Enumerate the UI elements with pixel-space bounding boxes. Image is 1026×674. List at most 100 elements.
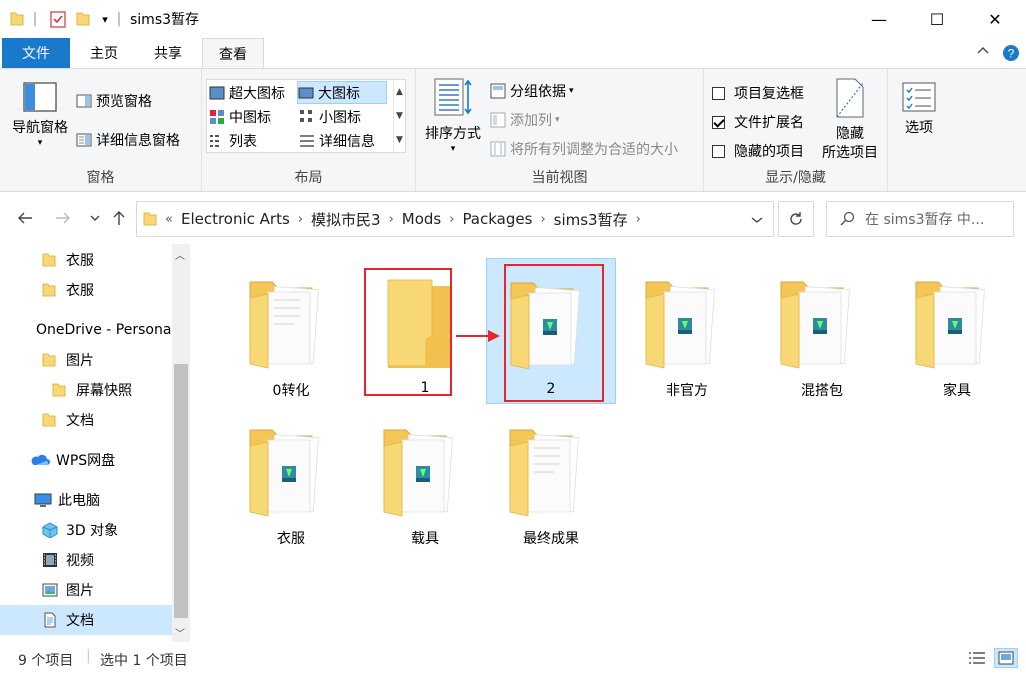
nav-item-wps-cloud[interactable]: WPS网盘 bbox=[0, 445, 172, 475]
breadcrumb-item[interactable]: Packages bbox=[462, 210, 532, 228]
details-view-icon[interactable] bbox=[968, 650, 986, 670]
breadcrumb-separator-icon[interactable]: › bbox=[636, 212, 641, 227]
tab-share[interactable]: 共享 bbox=[138, 38, 198, 68]
folder-item[interactable]: 混搭包 bbox=[757, 258, 887, 404]
recent-locations-button[interactable] bbox=[84, 206, 106, 230]
new-folder-quick-icon[interactable] bbox=[74, 8, 92, 30]
nav-item-clothes-2[interactable]: 衣服 bbox=[0, 275, 172, 305]
nav-item-pictures[interactable]: 图片 bbox=[0, 575, 172, 605]
small-icons-icon bbox=[300, 110, 312, 122]
address-dropdown-icon[interactable] bbox=[751, 210, 763, 228]
scroll-up-icon[interactable]: ︿ bbox=[175, 247, 185, 262]
maximize-icon: ☐ bbox=[929, 9, 945, 29]
layout-list[interactable]: 列表 bbox=[209, 130, 257, 152]
layout-extra-large-icons[interactable]: 超大图标 bbox=[209, 82, 297, 104]
folder-icon bbox=[236, 416, 346, 530]
details-pane-button[interactable]: 详细信息窗格 bbox=[76, 130, 180, 150]
folder-item[interactable]: 家具 bbox=[892, 258, 1022, 404]
gallery-up-icon[interactable]: ▲ bbox=[394, 80, 405, 104]
tab-home[interactable]: 主页 bbox=[76, 38, 132, 68]
nav-scroll-thumb[interactable] bbox=[174, 364, 188, 618]
nav-item-onedrive[interactable]: OneDrive - Personal bbox=[0, 315, 172, 345]
customize-quick-access-icon[interactable]: ▾ bbox=[96, 8, 114, 30]
minimize-button[interactable]: — bbox=[850, 0, 908, 38]
properties-icon[interactable] bbox=[48, 8, 68, 30]
folder-name: 0转化 bbox=[272, 383, 310, 399]
navigation-pane: 衣服 衣服 OneDrive - Personal 图片 屏幕快照 文档 WPS… bbox=[0, 244, 192, 642]
details-pane-label: 详细信息窗格 bbox=[96, 133, 180, 149]
options-button[interactable]: 选项 bbox=[894, 81, 944, 138]
nav-item-screenshots[interactable]: 屏幕快照 bbox=[0, 375, 172, 405]
breadcrumb-item[interactable]: 模拟市民3 bbox=[311, 209, 381, 230]
tab-view[interactable]: 查看 bbox=[202, 38, 264, 69]
hide-selected-button[interactable]: 隐藏 所选项目 bbox=[814, 77, 886, 163]
file-list: 0转化 1 2 非官方 混搭包 家具 衣服 载具 最终成果 bbox=[192, 244, 1026, 642]
close-button[interactable]: ✕ bbox=[966, 0, 1024, 38]
up-arrow-icon bbox=[113, 211, 125, 225]
add-columns-button[interactable]: 添加列 ▾ bbox=[490, 110, 560, 130]
nav-pane-button[interactable]: 导航窗格 ▾ bbox=[6, 81, 74, 148]
folder-name: 非官方 bbox=[666, 383, 708, 399]
scroll-down-icon[interactable]: ﹀ bbox=[175, 625, 185, 640]
sort-by-button[interactable]: 排序方式 ▾ bbox=[420, 77, 486, 154]
refresh-icon bbox=[790, 212, 802, 225]
nav-scrollbar[interactable]: ︿ ﹀ bbox=[172, 244, 190, 642]
breadcrumb-item[interactable]: Electronic Arts bbox=[181, 210, 290, 228]
layout-medium-icons[interactable]: 中图标 bbox=[209, 106, 271, 128]
folder-item[interactable]: 0转化 bbox=[226, 258, 356, 404]
back-button[interactable] bbox=[14, 206, 36, 230]
nav-item-onedrive-documents[interactable]: 文档 bbox=[0, 405, 172, 435]
large-icons-view-icon[interactable] bbox=[994, 648, 1018, 668]
folder-icon bbox=[496, 416, 606, 530]
item-checkboxes-toggle[interactable]: 项目复选框 bbox=[712, 83, 804, 103]
address-bar[interactable]: « Electronic Arts › 模拟市民3 › Mods › Packages… bbox=[136, 201, 774, 237]
up-button[interactable] bbox=[108, 206, 130, 230]
gallery-expand-icon[interactable]: ▼ bbox=[394, 128, 405, 152]
nav-item-clothes[interactable]: 衣服 bbox=[0, 245, 172, 275]
nav-item-onedrive-pictures[interactable]: 图片 bbox=[0, 345, 172, 375]
nav-item-this-pc[interactable]: 此电脑 bbox=[0, 485, 172, 515]
breadcrumb-overflow[interactable]: « bbox=[165, 212, 173, 227]
folder-item[interactable]: 衣服 bbox=[226, 406, 356, 552]
folder-item[interactable]: 最终成果 bbox=[486, 406, 616, 552]
group-by-button[interactable]: 分组依据 ▾ bbox=[490, 81, 574, 101]
breadcrumb-item[interactable]: sims3暂存 bbox=[554, 209, 628, 230]
folder-item[interactable]: 载具 bbox=[360, 406, 490, 552]
layout-details[interactable]: 详细信息 bbox=[299, 130, 375, 152]
nav-item-videos[interactable]: 视频 bbox=[0, 545, 172, 575]
item-checkboxes-checkbox[interactable] bbox=[712, 86, 725, 100]
file-extensions-toggle[interactable]: 文件扩展名 bbox=[712, 112, 804, 132]
folder-item[interactable]: 非官方 bbox=[622, 258, 752, 404]
search-box[interactable]: 在 sims3暂存 中... bbox=[826, 201, 1014, 237]
file-extensions-checkbox[interactable] bbox=[712, 115, 725, 129]
nav-item-3d-objects[interactable]: 3D 对象 bbox=[0, 515, 172, 545]
layout-gallery-scroll[interactable]: ▲ ▼ ▼ bbox=[393, 80, 405, 152]
breadcrumb-item[interactable]: Mods bbox=[402, 210, 441, 228]
forward-button[interactable] bbox=[52, 206, 74, 230]
layout-large-label: 大图标 bbox=[318, 85, 360, 102]
nav-item-documents[interactable]: 文档 bbox=[0, 605, 172, 635]
maximize-button[interactable]: ☐ bbox=[908, 0, 966, 38]
hidden-items-toggle[interactable]: 隐藏的项目 bbox=[712, 141, 804, 161]
folder-icon bbox=[902, 268, 1012, 382]
hidden-items-checkbox[interactable] bbox=[712, 144, 725, 158]
gallery-down-icon[interactable]: ▼ bbox=[394, 104, 405, 128]
breadcrumb-separator-icon[interactable]: › bbox=[389, 212, 394, 227]
help-icon[interactable]: ? bbox=[1002, 44, 1020, 66]
breadcrumb-separator-icon[interactable]: › bbox=[298, 212, 303, 227]
breadcrumb-separator-icon[interactable]: › bbox=[540, 212, 545, 227]
nav-item-label: 图片 bbox=[66, 583, 94, 599]
folder-icon bbox=[42, 283, 56, 297]
layout-small-icons[interactable]: 小图标 bbox=[299, 106, 361, 128]
preview-pane-button[interactable]: 预览窗格 bbox=[76, 91, 152, 111]
folder-icon bbox=[632, 268, 742, 382]
folder-icon bbox=[52, 383, 66, 397]
refresh-button[interactable] bbox=[778, 201, 814, 237]
size-all-columns-button[interactable]: 将所有列调整为合适的大小 bbox=[490, 139, 678, 159]
layout-large-icons[interactable]: 大图标 bbox=[297, 81, 387, 104]
breadcrumb-separator-icon[interactable]: › bbox=[449, 212, 454, 227]
file-extensions-label: 文件扩展名 bbox=[734, 115, 804, 131]
collapse-ribbon-icon[interactable] bbox=[976, 44, 990, 62]
tab-file[interactable]: 文件 bbox=[2, 38, 70, 68]
item-checkboxes-label: 项目复选框 bbox=[734, 86, 804, 102]
